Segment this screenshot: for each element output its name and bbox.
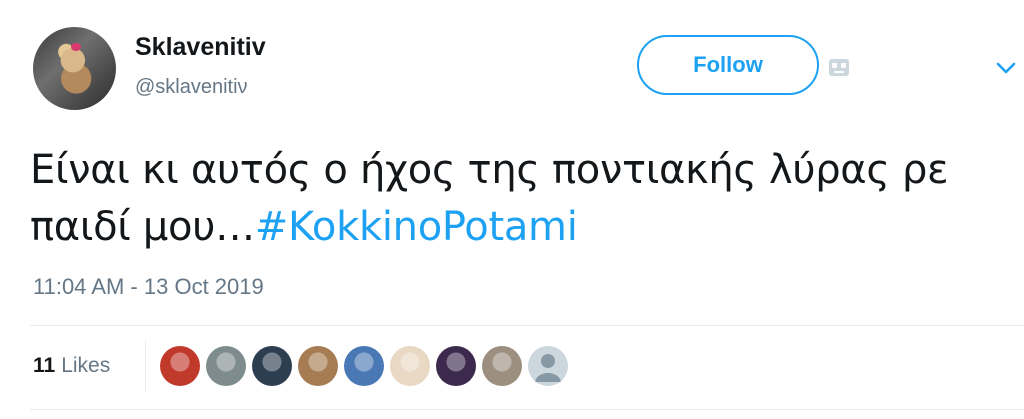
liker-avatar-sea-landscape[interactable] — [344, 346, 384, 386]
follow-button[interactable]: Follow — [637, 35, 819, 95]
avatar-bow-detail — [71, 43, 81, 51]
bot-icon[interactable] — [828, 56, 850, 78]
liker-avatars — [160, 346, 568, 386]
liker-avatar-night-scene[interactable] — [252, 346, 292, 386]
divider-top — [30, 325, 1024, 326]
likes-count[interactable]: 11 Likes — [33, 354, 110, 378]
chevron-down-icon[interactable] — [994, 58, 1018, 78]
tweet-timestamp[interactable]: 11:04 AM - 13 Oct 2019 — [33, 274, 264, 300]
default-avatar-icon[interactable] — [528, 346, 568, 386]
divider-bottom — [30, 409, 1024, 410]
likes-label: Likes — [61, 354, 111, 377]
liker-avatar-person-standing[interactable] — [206, 346, 246, 386]
liker-avatar-woman-sunglasses[interactable] — [436, 346, 476, 386]
likes-number: 11 — [33, 354, 56, 377]
user-handle[interactable]: @sklavenitiν — [135, 76, 248, 99]
liker-avatar-cat[interactable] — [390, 346, 430, 386]
liker-avatar-cat-gray[interactable] — [482, 346, 522, 386]
tweet-text: Είναι κι αυτός ο ήχος της ποντιακής λύρα… — [30, 142, 1010, 256]
hashtag-link[interactable]: #KokkinoPotami — [255, 204, 578, 250]
likes-separator — [145, 340, 146, 392]
liker-avatar-red-abstract[interactable] — [160, 346, 200, 386]
user-display-name[interactable]: Sklavenitiv — [135, 33, 266, 62]
user-avatar[interactable] — [33, 27, 116, 110]
liker-avatar-face[interactable] — [298, 346, 338, 386]
